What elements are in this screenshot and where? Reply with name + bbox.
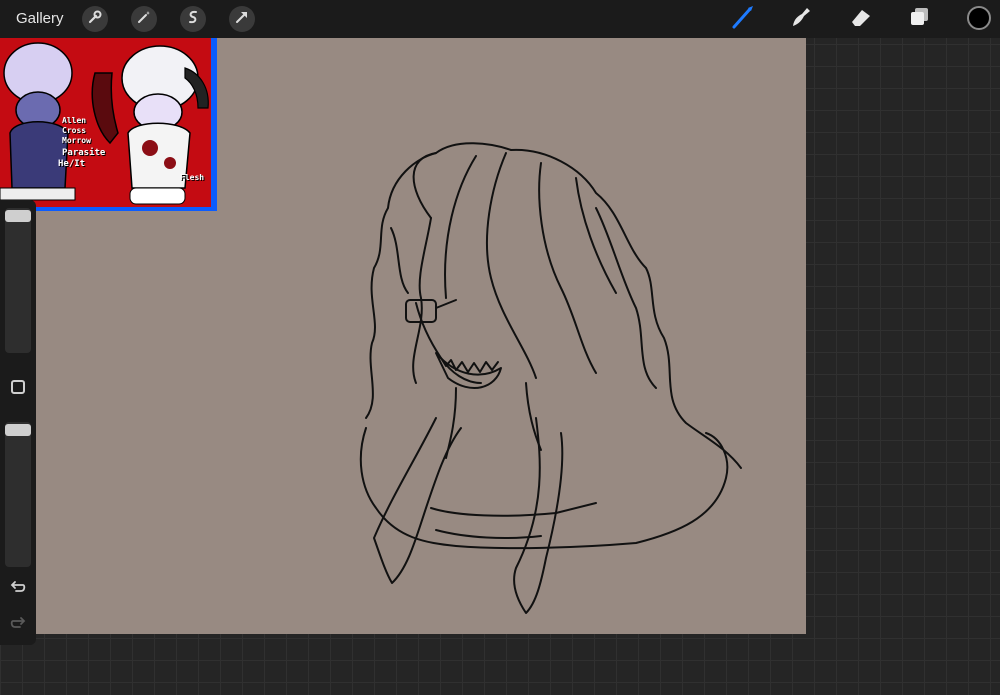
transform-arrow-icon — [234, 9, 250, 30]
redo-icon — [9, 617, 27, 636]
eraser-tool-button[interactable] — [848, 6, 874, 32]
eraser-icon — [848, 4, 874, 35]
opacity-slider[interactable] — [5, 422, 31, 567]
smudge-icon — [788, 4, 814, 35]
selection-button[interactable] — [180, 6, 206, 32]
brush-size-thumb[interactable] — [5, 210, 31, 222]
selection-icon — [185, 9, 201, 30]
ref-label-type: Parasite — [62, 148, 106, 158]
color-picker-button[interactable] — [967, 6, 991, 30]
ref-label-name-3: Morrow — [62, 136, 91, 145]
magic-wand-icon — [136, 9, 152, 30]
brush-tool-button[interactable] — [730, 4, 756, 35]
opacity-thumb[interactable] — [5, 424, 31, 436]
gallery-button[interactable]: Gallery — [16, 10, 64, 27]
layers-button[interactable] — [907, 6, 933, 32]
brush-icon — [730, 4, 756, 35]
smudge-tool-button[interactable] — [788, 6, 814, 32]
wrench-icon — [87, 9, 103, 30]
undo-icon — [9, 581, 27, 600]
ref-label-name-2: Cross — [62, 126, 87, 135]
top-toolbar: Gallery — [0, 0, 1000, 38]
ref-label-flesh: Flesh — [180, 173, 205, 182]
brush-size-slider[interactable] — [5, 208, 31, 353]
ref-label-pronouns: He/It — [58, 159, 86, 169]
transform-button[interactable] — [229, 6, 255, 32]
undo-button[interactable] — [9, 578, 27, 596]
ref-label-name-1: Allen — [62, 116, 87, 125]
layers-icon — [907, 4, 933, 35]
redo-button[interactable] — [9, 614, 27, 632]
actions-button[interactable] — [82, 6, 108, 32]
adjustments-button[interactable] — [131, 6, 157, 32]
reference-image[interactable]: Allen Cross Morrow Parasite He/It Flesh — [0, 38, 217, 211]
modify-button[interactable] — [11, 380, 25, 394]
left-sidebar — [0, 200, 36, 645]
